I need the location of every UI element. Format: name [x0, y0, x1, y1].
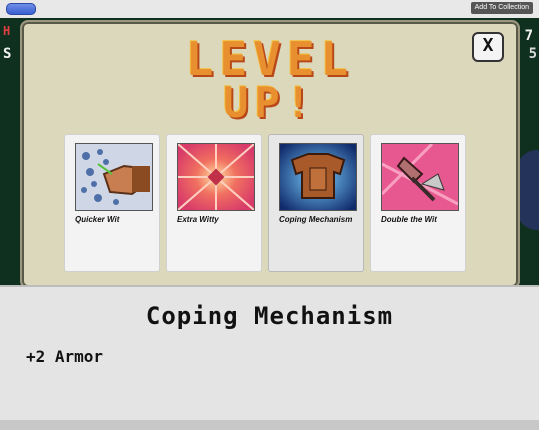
armor-icon: [279, 143, 357, 211]
upgrade-detail-panel: Coping Mechanism +2 Armor: [0, 285, 539, 422]
title-up: UP!: [223, 78, 317, 127]
card-label: Coping Mechanism: [279, 215, 353, 224]
double-axe-icon: [380, 142, 459, 211]
card-extra-witty[interactable]: Extra Witty: [166, 134, 262, 272]
card-double-the-wit[interactable]: Double the Wit: [370, 134, 466, 272]
hud-left-top: H: [3, 24, 11, 38]
detail-stat: +2 Armor: [26, 347, 104, 366]
card-label: Quicker Wit: [75, 215, 120, 224]
add-to-collection-button[interactable]: Add To Collection: [470, 2, 533, 14]
scroll-pill[interactable]: [6, 3, 36, 15]
card-label: Double the Wit: [381, 215, 437, 224]
level-up-dialog: LEVEL UP! X Quicker Wit Extra Witty Copi…: [20, 20, 520, 289]
close-button[interactable]: X: [472, 32, 504, 62]
hud-right-top: 7: [524, 28, 533, 44]
hud-right-bottom: 5: [528, 46, 537, 62]
hud-left-bottom: S: [3, 46, 12, 62]
card-label: Extra Witty: [177, 215, 219, 224]
fist-icon: [75, 143, 153, 211]
card-coping-mechanism[interactable]: Coping Mechanism: [268, 134, 364, 272]
bottom-bar: [0, 420, 539, 430]
starburst-icon: [177, 143, 255, 211]
top-bar: Add To Collection: [0, 0, 539, 19]
card-quicker-wit[interactable]: Quicker Wit: [64, 134, 160, 272]
side-character: [517, 150, 539, 230]
upgrade-cards: Quicker Wit Extra Witty Coping Mechanism…: [64, 134, 466, 272]
detail-title: Coping Mechanism: [145, 302, 394, 330]
